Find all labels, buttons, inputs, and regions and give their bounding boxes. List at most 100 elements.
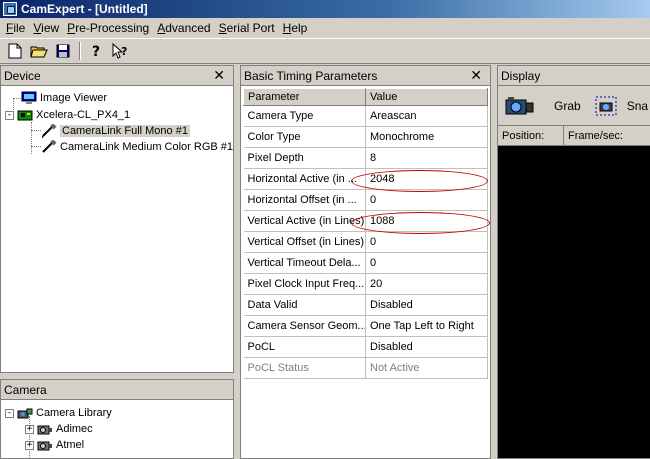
- param-row[interactable]: Vertical Offset (in Lines) 0: [243, 231, 488, 253]
- param-name-cell: Pixel Clock Input Freq...: [243, 273, 366, 295]
- param-name-cell: PoCL Status: [243, 357, 366, 379]
- vertical-splitter-left[interactable]: [234, 65, 240, 459]
- column-header-parameter[interactable]: Parameter: [243, 88, 366, 106]
- display-panel-header: Display: [498, 66, 650, 86]
- horizontal-splitter[interactable]: [0, 373, 234, 379]
- param-value-cell[interactable]: 0: [365, 231, 488, 253]
- camera-folder-icon: [37, 425, 52, 435]
- param-value-cell[interactable]: Disabled: [365, 336, 488, 358]
- tree-item-atmel[interactable]: + Atmel: [25, 437, 84, 453]
- menu-pre-processing[interactable]: Pre-Processing: [63, 19, 153, 37]
- toolbar-separator: [79, 42, 81, 60]
- snap-button[interactable]: Sna: [595, 96, 648, 116]
- app-icon: [3, 2, 17, 16]
- expand-toggle[interactable]: +: [25, 424, 34, 434]
- open-folder-icon: [30, 46, 48, 58]
- param-value-cell[interactable]: 8: [365, 147, 488, 169]
- tree-item-label: Camera Library: [36, 407, 112, 419]
- tree-item-image-viewer[interactable]: Image Viewer: [21, 90, 107, 106]
- menu-view[interactable]: View: [29, 19, 63, 37]
- fps-status: Frame/sec:: [568, 129, 624, 142]
- param-row[interactable]: PoCL Disabled: [243, 336, 488, 358]
- board-icon: [17, 110, 33, 121]
- save-file-button[interactable]: [52, 41, 74, 61]
- tree-item-label: CameraLink Full Mono #1: [60, 125, 190, 137]
- camera-folder-icon: [37, 441, 52, 451]
- save-disk-icon: [56, 44, 70, 58]
- display-panel-title: Display: [501, 68, 541, 83]
- params-panel: Basic Timing Parameters ✕ Parameter Valu…: [240, 65, 491, 459]
- param-name-cell: Vertical Timeout Dela...: [243, 252, 366, 274]
- camera-panel-title: Camera: [4, 382, 47, 397]
- vertical-splitter-right[interactable]: [491, 65, 497, 459]
- monitor-icon: [21, 91, 37, 104]
- expand-toggle[interactable]: +: [25, 440, 34, 450]
- param-row[interactable]: Pixel Depth 8: [243, 147, 488, 169]
- collapse-toggle[interactable]: -: [5, 408, 14, 418]
- context-help-button[interactable]: ?: [110, 41, 132, 61]
- open-file-button[interactable]: [28, 41, 50, 61]
- menu-bar: File View Pre-Processing Advanced Serial Por…: [0, 18, 650, 38]
- column-header-value[interactable]: Value: [365, 88, 488, 106]
- tree-item-adimec[interactable]: + Adimec: [25, 421, 93, 437]
- param-value-cell[interactable]: Not Active: [365, 357, 488, 379]
- param-value-cell[interactable]: 20: [365, 273, 488, 295]
- tree-item-camera-library[interactable]: - Camera Library: [5, 405, 112, 421]
- tree-item-label: Atmel: [56, 439, 85, 451]
- param-row[interactable]: Camera Type Areascan: [243, 105, 488, 127]
- param-value-cell[interactable]: Monochrome: [365, 126, 488, 148]
- camera-library-icon: [17, 408, 33, 419]
- param-row[interactable]: Camera Sensor Geom... One Tap Left to Rig…: [243, 315, 488, 337]
- menu-help[interactable]: Help: [279, 19, 312, 37]
- new-file-button[interactable]: [4, 41, 26, 61]
- params-panel-header: Basic Timing Parameters ✕: [241, 66, 490, 86]
- tree-item-cameralink-full-mono[interactable]: CameraLink Full Mono #1: [41, 123, 190, 139]
- tree-item-cameralink-medium-color[interactable]: CameraLink Medium Color RGB #1: [41, 139, 233, 155]
- param-row[interactable]: Horizontal Offset (in ... 0: [243, 189, 488, 211]
- param-value-cell[interactable]: 0: [365, 252, 488, 274]
- param-name-cell: Data Valid: [243, 294, 366, 316]
- param-name-cell: Color Type: [243, 126, 366, 148]
- params-grid: Parameter Value Camera Type Areascan Color…: [241, 86, 490, 458]
- param-value-cell[interactable]: One Tap Left to Right: [365, 315, 488, 337]
- svg-text:?: ?: [92, 44, 100, 59]
- question-mark-icon: ?: [92, 44, 100, 59]
- help-button[interactable]: ?: [86, 41, 108, 61]
- title-bar[interactable]: CamExpert - [Untitled]: [0, 0, 650, 18]
- collapse-toggle[interactable]: -: [5, 110, 14, 120]
- param-row[interactable]: PoCL Status Not Active: [243, 357, 488, 379]
- device-panel-close-icon[interactable]: ✕: [213, 67, 225, 83]
- device-tree: Image Viewer - Xcelera-CL_PX4_1 CameraLi…: [1, 86, 233, 372]
- param-row[interactable]: Vertical Timeout Dela... 0: [243, 252, 488, 274]
- param-value-cell[interactable]: 0: [365, 189, 488, 211]
- display-status-strip: Position: Frame/sec:: [498, 126, 650, 146]
- camera-tree: - Camera Library + Adimec + Atmel: [1, 400, 233, 458]
- cable-icon: [42, 124, 57, 138]
- params-panel-close-icon[interactable]: ✕: [470, 67, 482, 83]
- param-row[interactable]: Pixel Clock Input Freq... 20: [243, 273, 488, 295]
- device-panel: Device ✕ Image Viewer - Xcelera-CL_PX4_1…: [0, 65, 234, 373]
- param-name-cell: Camera Type: [243, 105, 366, 127]
- svg-text:?: ?: [121, 45, 127, 58]
- param-value-cell[interactable]: Areascan: [365, 105, 488, 127]
- param-row[interactable]: Data Valid Disabled: [243, 294, 488, 316]
- tree-item-label: CameraLink Medium Color RGB #1: [60, 141, 233, 153]
- menu-file[interactable]: File: [2, 19, 29, 37]
- display-canvas[interactable]: [498, 146, 650, 458]
- snap-label: Sna: [626, 98, 649, 113]
- menu-serial-port[interactable]: Serial Port: [215, 19, 279, 37]
- grab-button[interactable]: Grab: [502, 93, 581, 119]
- position-status: Position:: [498, 126, 564, 145]
- param-row[interactable]: Color Type Monochrome: [243, 126, 488, 148]
- grab-label: Grab: [554, 98, 581, 113]
- tree-item-label: Xcelera-CL_PX4_1: [36, 109, 131, 121]
- tree-item-label: Image Viewer: [40, 92, 108, 104]
- tree-item-label: Adimec: [56, 423, 93, 435]
- menu-advanced[interactable]: Advanced: [153, 19, 214, 37]
- tree-item-xcelera-board[interactable]: - Xcelera-CL_PX4_1: [5, 107, 130, 123]
- device-panel-title: Device: [4, 68, 41, 83]
- param-name-cell: Vertical Active (in Lines): [243, 210, 366, 232]
- param-value-cell[interactable]: Disabled: [365, 294, 488, 316]
- params-panel-title: Basic Timing Parameters: [244, 68, 378, 83]
- context-help-icon: ?: [112, 43, 127, 59]
